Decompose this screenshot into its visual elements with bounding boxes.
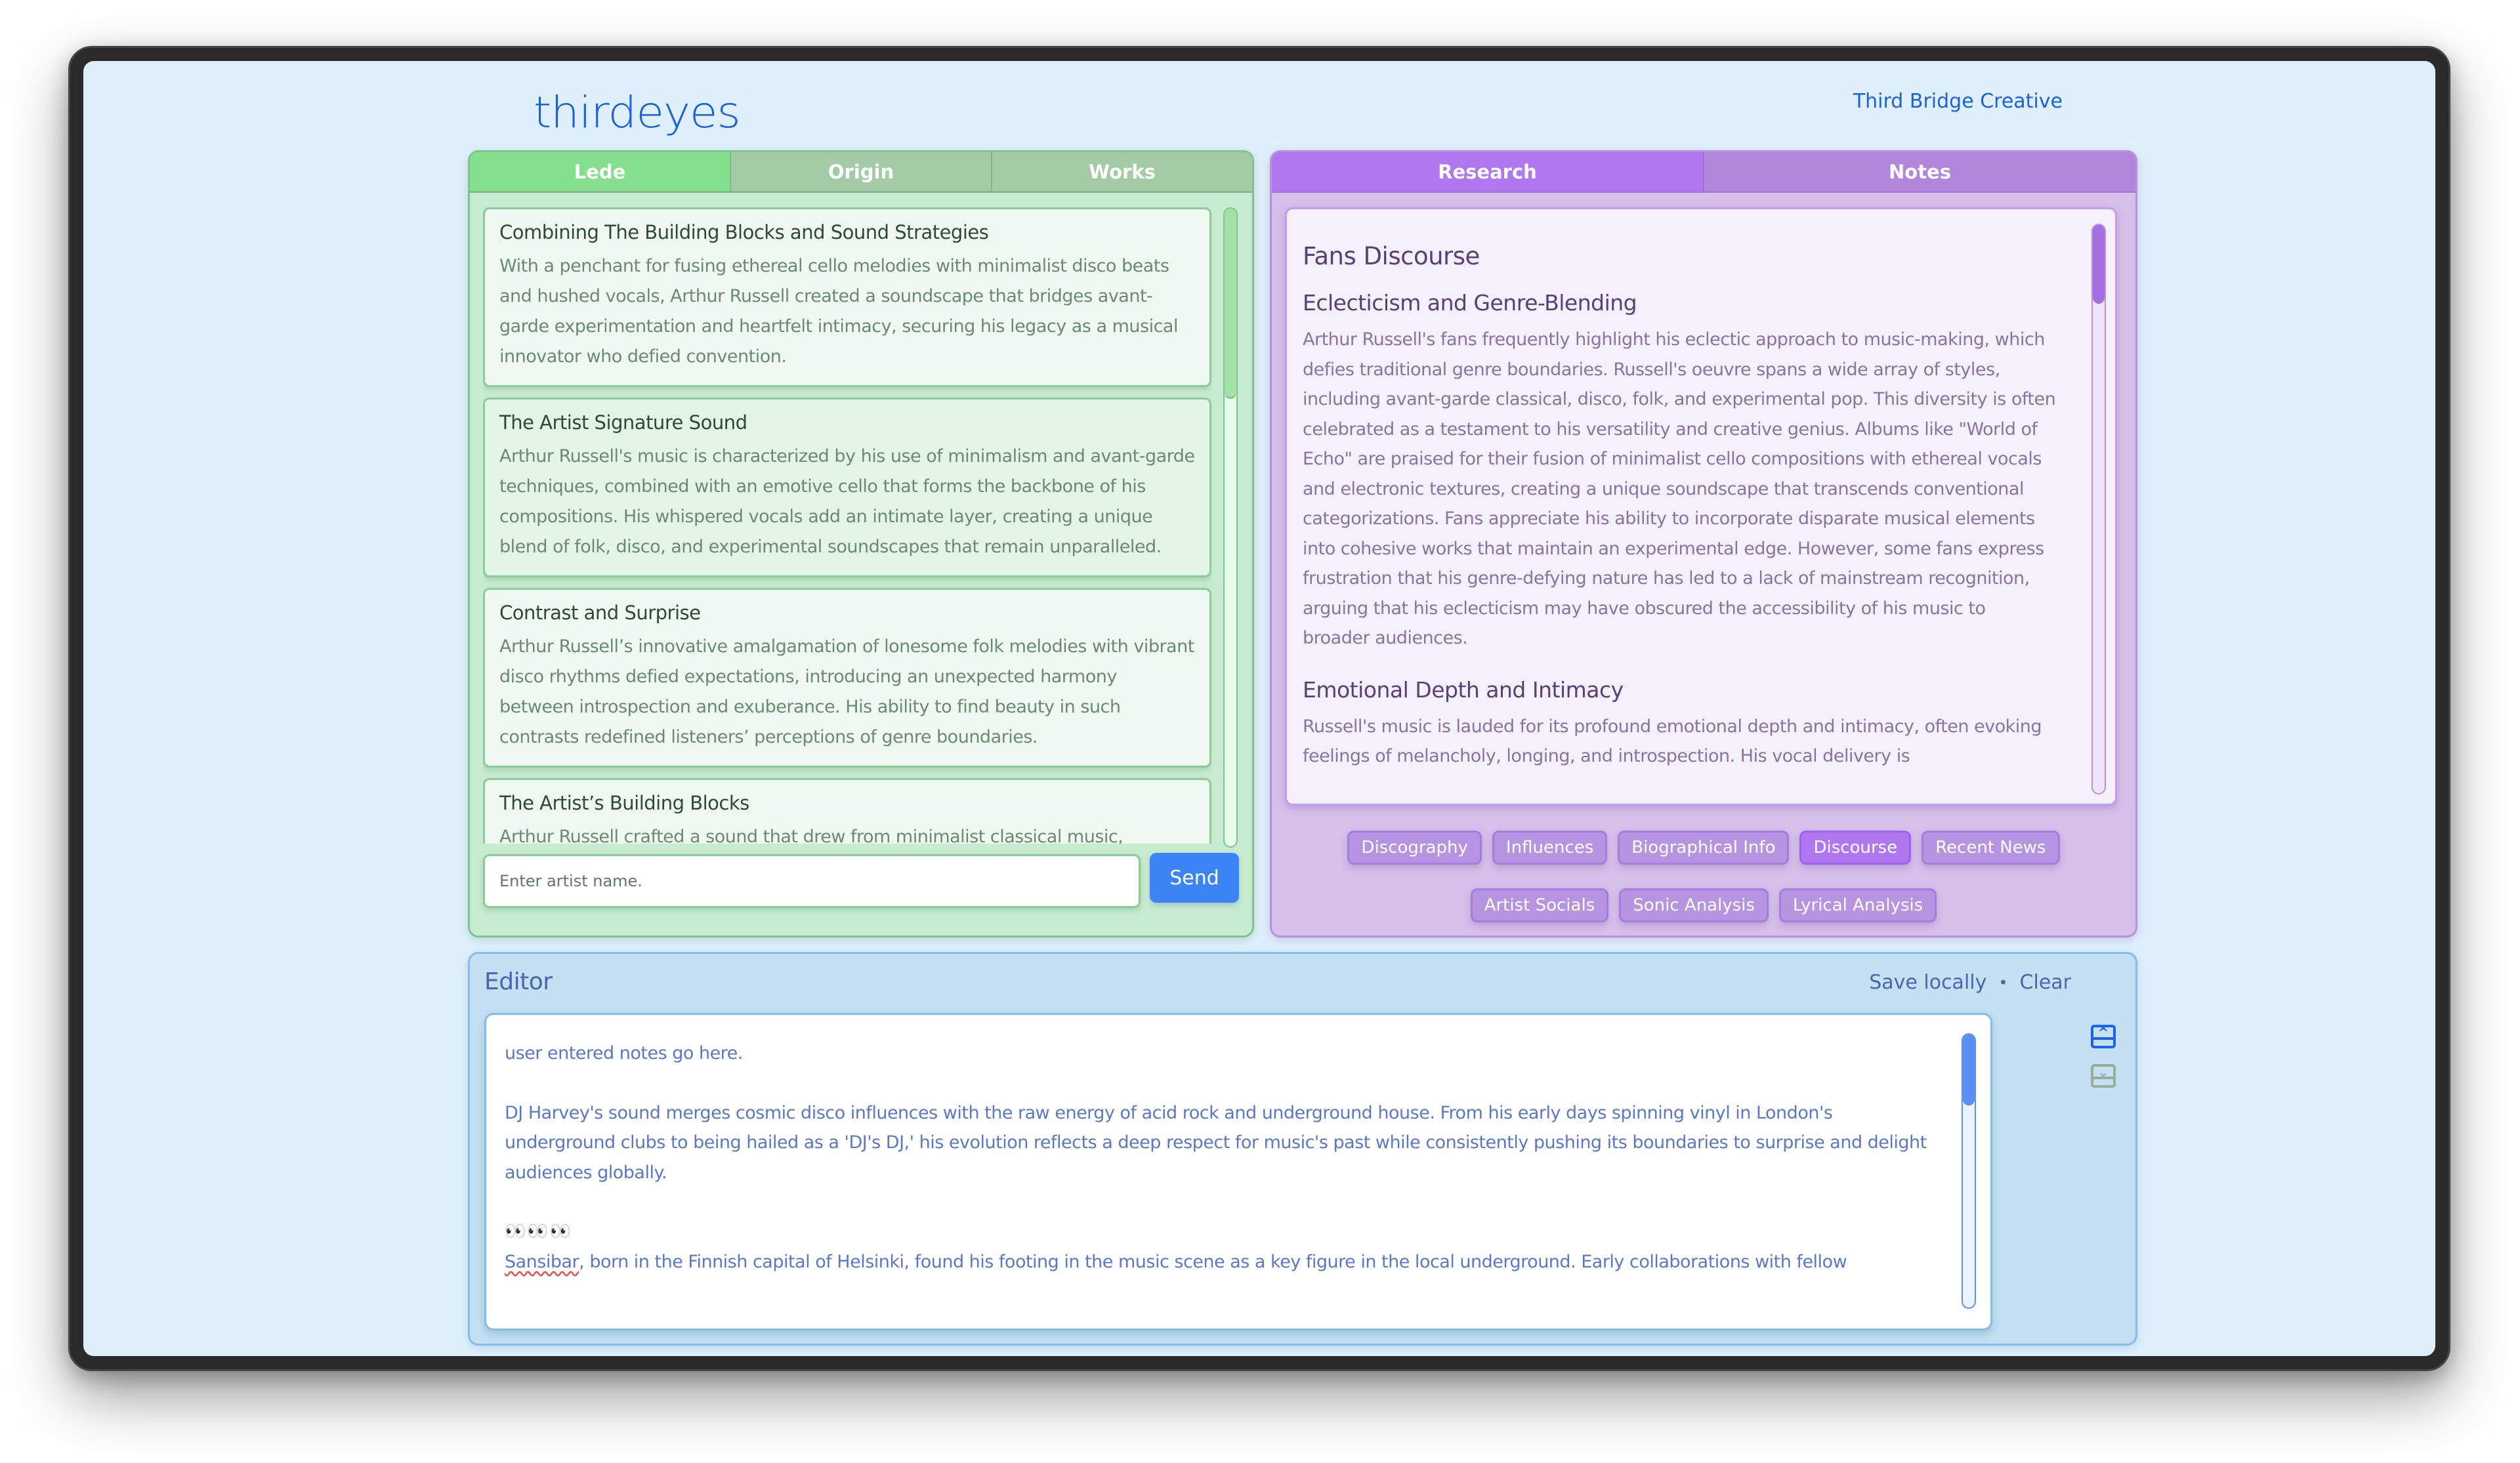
lede-card: The Artist Signature Sound Arthur Russel… — [483, 398, 1211, 577]
research-panel: Research Notes Fans Discourse Eclecticis… — [1270, 150, 2137, 938]
research-section-title: Emotional Depth and Intimacy — [1303, 676, 1624, 703]
research-heading: Fans Discourse — [1303, 242, 1480, 270]
research-tabs: Research Notes — [1272, 152, 2135, 193]
clear-link[interactable]: Clear — [2020, 971, 2071, 994]
eyes-emoji-row: 👀👀👀 — [505, 1222, 573, 1241]
save-locally-link[interactable]: Save locally — [1869, 971, 1986, 994]
research-content-box: Fans Discourse Eclecticism and Genre-Ble… — [1285, 207, 2117, 806]
editor-paragraph: DJ Harvey's sound merges cosmic disco in… — [505, 1102, 1927, 1183]
misspelled-word[interactable]: Sansibar — [505, 1252, 579, 1272]
editor-title: Editor — [484, 968, 553, 995]
artist-summary-panel: Lede Origin Works Combining The Building… — [468, 150, 1254, 938]
send-button[interactable]: Send — [1150, 853, 1239, 903]
tab-notes[interactable]: Notes — [1704, 152, 2135, 193]
chip-recent-news[interactable]: Recent News — [1922, 831, 2060, 865]
lede-scrollbar[interactable] — [1223, 207, 1238, 848]
scroll-to-bottom-button[interactable]: ⌄ — [2091, 1064, 2116, 1088]
app-screen: thirdeyes Third Bridge Creative Lede Ori… — [83, 61, 2435, 1356]
notes-editor-text[interactable]: user entered notes go here. DJ Harvey's … — [505, 1039, 1935, 1277]
summary-tabs: Lede Origin Works — [470, 152, 1252, 193]
chip-artist-socials[interactable]: Artist Socials — [1470, 888, 1609, 922]
chip-sonic-analysis[interactable]: Sonic Analysis — [1619, 888, 1769, 922]
card-body: With a penchant for fusing ethereal cell… — [499, 256, 1178, 367]
card-title: Combining The Building Blocks and Sound … — [499, 221, 989, 243]
lede-card: Combining The Building Blocks and Sound … — [483, 207, 1211, 387]
research-section-body: Arthur Russell's fans frequently highlig… — [1303, 329, 2056, 648]
device-frame: thirdeyes Third Bridge Creative Lede Ori… — [68, 46, 2450, 1371]
card-body: Arthur Russell crafted a sound that drew… — [499, 827, 1124, 844]
tab-lede[interactable]: Lede — [470, 152, 731, 193]
editor-scrollbar-thumb[interactable] — [1963, 1035, 1975, 1105]
tab-works[interactable]: Works — [992, 152, 1252, 193]
editor-scrollbar[interactable] — [1962, 1033, 1976, 1309]
card-title: Contrast and Surprise — [499, 602, 701, 624]
research-section-title: Eclecticism and Genre-Blending — [1303, 290, 1637, 316]
chip-influences[interactable]: Influences — [1492, 831, 1608, 865]
editor-paragraph: user entered notes go here. — [505, 1043, 743, 1063]
editor-paragraph-text: , born in the Finnish capital of Helsink… — [579, 1251, 1847, 1272]
card-title: The Artist’s Building Blocks — [499, 792, 749, 814]
app-logo: thirdeyes — [534, 87, 741, 138]
chip-biographical-info[interactable]: Biographical Info — [1618, 831, 1790, 865]
research-scrollbar-thumb[interactable] — [2093, 225, 2105, 304]
scroll-to-top-button[interactable]: ^ — [2091, 1025, 2116, 1048]
chip-discourse[interactable]: Discourse — [1799, 831, 1912, 865]
lede-card: The Artist’s Building Blocks Arthur Russ… — [483, 778, 1211, 844]
chip-lyrical-analysis[interactable]: Lyrical Analysis — [1779, 888, 1937, 922]
research-scrollbar[interactable] — [2091, 224, 2106, 794]
chip-discography[interactable]: Discography — [1347, 831, 1482, 865]
card-body: Arthur Russell's music is characterized … — [499, 446, 1195, 557]
editor-actions: Save locally • Clear — [1869, 971, 2071, 994]
scroll-top-bar-icon — [2093, 1037, 2113, 1040]
tab-origin[interactable]: Origin — [731, 152, 992, 193]
research-content: Fans Discourse Eclecticism and Genre-Ble… — [1303, 242, 2057, 795]
separator-dot: • — [1998, 973, 2008, 992]
card-body: Arthur Russell’s innovative amalgamation… — [499, 636, 1194, 747]
research-topic-chips: Discography Influences Biographical Info… — [1285, 831, 2122, 922]
lede-scrollbar-thumb[interactable] — [1225, 209, 1236, 399]
lede-card-list: Combining The Building Blocks and Sound … — [483, 207, 1211, 844]
card-title: The Artist Signature Sound — [499, 411, 747, 434]
editor-paragraph: Sansibar, born in the Finnish capital of… — [505, 1247, 1935, 1277]
brand-link[interactable]: Third Bridge Creative — [1853, 90, 2063, 113]
lede-card: Contrast and Surprise Arthur Russell’s i… — [483, 588, 1211, 768]
tab-research[interactable]: Research — [1272, 152, 1704, 193]
research-section-body: Russell's music is lauded for its profou… — [1303, 716, 2042, 767]
notes-editor[interactable]: user entered notes go here. DJ Harvey's … — [484, 1013, 1992, 1330]
scroll-bottom-bar-icon — [2093, 1077, 2113, 1079]
editor-panel: Editor Save locally • Clear user entered… — [468, 952, 2137, 1346]
artist-name-input[interactable] — [483, 854, 1141, 908]
